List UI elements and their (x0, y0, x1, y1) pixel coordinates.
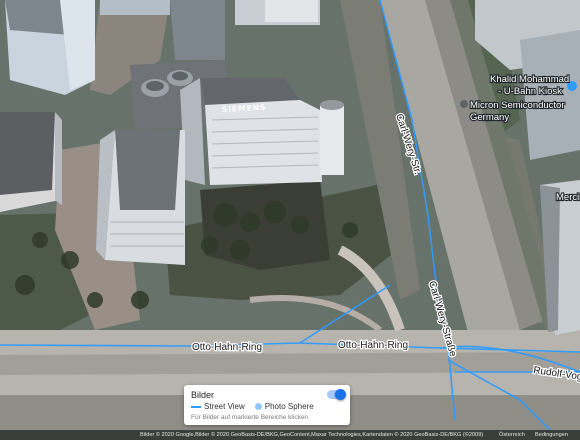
poi-micron-line2: Germany (470, 112, 509, 123)
panel-title: Bilder (191, 390, 215, 400)
map-pin-icon (460, 100, 468, 108)
legend: Street View Photo Sphere (191, 402, 314, 411)
attribution-bar: Bilder © 2020 Google,Bilder © 2020 GeoBa… (0, 430, 580, 440)
imagery-toggle[interactable] (327, 389, 346, 400)
panel-hint: Für Bilder auf markierte Bereiche klicke… (191, 414, 309, 421)
terms-link[interactable]: Bedingungen (535, 430, 568, 440)
photo-sphere-dot-icon (254, 403, 262, 410)
country-link[interactable]: Österreich (499, 430, 525, 440)
poi-micron-line1: Micron Semiconductor (470, 100, 565, 111)
poi-kiosk-line1: Khalid Mohammad (490, 74, 569, 85)
poi-merci[interactable]: Merci (555, 191, 580, 204)
poi-kiosk-line2: - U-Bahn Kiosk (498, 86, 562, 97)
toggle-knob (335, 389, 346, 400)
imagery-panel: Bilder Street View Photo Sphere Für Bild… (184, 385, 350, 425)
street-view-line-icon (191, 405, 201, 408)
aerial-map[interactable]: SIEMENS Otto-Hahn-Ring Otto-Hahn-Ring Ca… (0, 0, 580, 440)
poi-merci-label: Merci (556, 192, 579, 203)
road-label-otto-hahn-ring-east: Otto-Hahn-Ring (338, 340, 408, 351)
road-label-otto-hahn-ring-west: Otto-Hahn-Ring (192, 342, 262, 353)
attribution-text: Bilder © 2020 Google,Bilder © 2020 GeoBa… (140, 432, 484, 438)
photo-sphere-label: Photo Sphere (264, 402, 314, 411)
street-view-label: Street View (204, 402, 245, 411)
